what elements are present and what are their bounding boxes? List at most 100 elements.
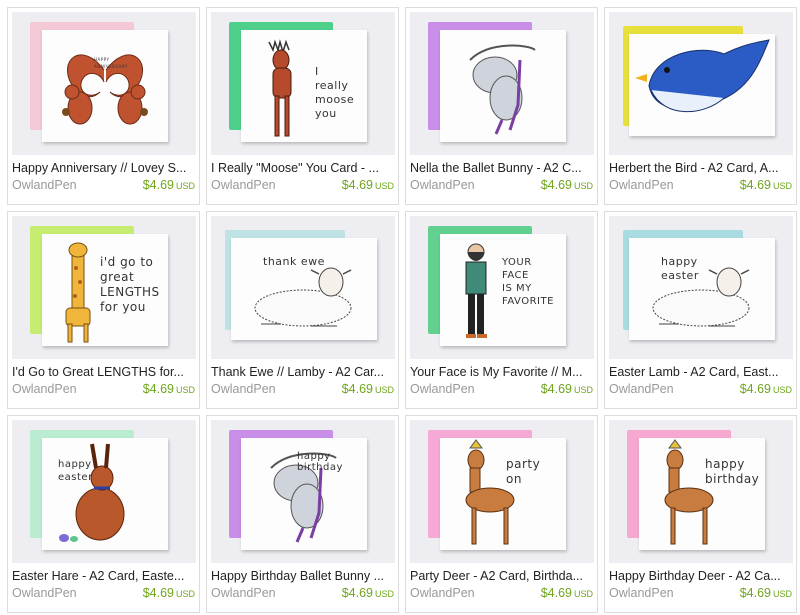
- listing-card[interactable]: party on Party Deer - A2 Card, Birthda... O…: [405, 415, 598, 613]
- listing-meta: OwlandPen $4.69 USD: [410, 382, 593, 398]
- shop-name-link[interactable]: OwlandPen: [609, 382, 674, 397]
- ballet-bunny-illustration: happy birthday: [241, 438, 367, 550]
- price-amount: $4.69: [142, 382, 174, 396]
- card-handwriting: great: [100, 270, 135, 284]
- shop-name-link[interactable]: OwlandPen: [410, 178, 475, 193]
- listing-card[interactable]: happy easter Easter Hare - A2 Card, Easte.…: [7, 415, 200, 613]
- listing-title[interactable]: I'd Go to Great LENGTHS for...: [12, 365, 195, 380]
- price-currency: USD: [175, 181, 195, 191]
- card-handwriting: on: [506, 472, 522, 486]
- card-handwriting: ANNIVERSARY: [94, 64, 128, 69]
- listing-meta: OwlandPen $4.69 USD: [211, 178, 394, 194]
- shop-name-link[interactable]: OwlandPen: [410, 382, 475, 397]
- party-deer-illustration: party on: [440, 438, 566, 550]
- listing-price: $4.69 USD: [342, 178, 394, 194]
- card-handwriting: really: [315, 79, 349, 92]
- listing-card[interactable]: thank ewe Thank Ewe // Lamby - A2 Car... O…: [206, 211, 399, 409]
- listing-title[interactable]: Nella the Ballet Bunny - A2 C...: [410, 161, 593, 176]
- price-amount: $4.69: [341, 382, 373, 396]
- listing-meta: OwlandPen $4.69 USD: [12, 586, 195, 602]
- price-amount: $4.69: [739, 382, 771, 396]
- card-handwriting: FAVORITE: [502, 296, 554, 307]
- listing-image[interactable]: YOUR FACE IS MY FAVORITE: [410, 216, 594, 359]
- price-amount: $4.69: [739, 178, 771, 192]
- listing-card[interactable]: YOUR FACE IS MY FAVORITE Your Face is My Fav…: [405, 211, 598, 409]
- card-handwriting: happy: [58, 459, 92, 470]
- listing-card[interactable]: Herbert the Bird - A2 Card, A... OwlandPe…: [604, 7, 797, 205]
- listing-price: $4.69 USD: [541, 178, 593, 194]
- card-handwriting: YOUR: [502, 257, 532, 268]
- listing-image[interactable]: thank ewe: [211, 216, 395, 359]
- card-handwriting: happy: [661, 255, 698, 268]
- card-handwriting: LENGTHS: [100, 285, 160, 299]
- listing-title[interactable]: Party Deer - A2 Card, Birthda...: [410, 569, 593, 584]
- listing-title[interactable]: Easter Lamb - A2 Card, East...: [609, 365, 792, 380]
- price-currency: USD: [573, 589, 593, 599]
- shop-name-link[interactable]: OwlandPen: [211, 178, 276, 193]
- listing-card[interactable]: i'd go to great LENGTHS for you I'd Go to Gr…: [7, 211, 200, 409]
- listing-title[interactable]: Happy Birthday Ballet Bunny ...: [211, 569, 394, 584]
- listing-title[interactable]: Herbert the Bird - A2 Card, A...: [609, 161, 792, 176]
- shop-name-link[interactable]: OwlandPen: [12, 178, 77, 193]
- price-amount: $4.69: [739, 586, 771, 600]
- shop-name-link[interactable]: OwlandPen: [211, 382, 276, 397]
- bearded-man-illustration: YOUR FACE IS MY FAVORITE: [440, 234, 566, 346]
- shop-name-link[interactable]: OwlandPen: [12, 586, 77, 601]
- price-currency: USD: [772, 589, 792, 599]
- price-currency: USD: [374, 385, 394, 395]
- listing-title[interactable]: Your Face is My Favorite // M...: [410, 365, 593, 380]
- listing-title[interactable]: Happy Birthday Deer - A2 Ca...: [609, 569, 792, 584]
- price-currency: USD: [175, 385, 195, 395]
- price-amount: $4.69: [540, 382, 572, 396]
- price-amount: $4.69: [540, 586, 572, 600]
- price-amount: $4.69: [142, 586, 174, 600]
- listing-image[interactable]: [609, 12, 793, 155]
- listing-card[interactable]: HAPPY ANNIVERSARY Happy Anniversary // Lov…: [7, 7, 200, 205]
- listing-image[interactable]: HAPPY ANNIVERSARY: [12, 12, 196, 155]
- listing-meta: OwlandPen $4.69 USD: [211, 382, 394, 398]
- listing-card[interactable]: Ireally moose you I Really "Moose" You Card…: [206, 7, 399, 205]
- listing-card[interactable]: happy birthday Happy Birthday Deer - A2 Ca…: [604, 415, 797, 613]
- listing-meta: OwlandPen $4.69 USD: [410, 586, 593, 602]
- card-handwriting: easter: [661, 269, 699, 282]
- listing-grid: HAPPY ANNIVERSARY Happy Anniversary // Lov…: [7, 7, 797, 613]
- lamb-illustration: happy easter: [629, 238, 775, 340]
- listing-card[interactable]: Nella the Ballet Bunny - A2 C... OwlandPe…: [405, 7, 598, 205]
- shop-name-link[interactable]: OwlandPen: [12, 382, 77, 397]
- listing-card[interactable]: happy birthday Happy Birthday Ballet Bunn…: [206, 415, 399, 613]
- shop-name-link[interactable]: OwlandPen: [410, 586, 475, 601]
- party-deer-illustration: happy birthday: [639, 438, 765, 550]
- price-currency: USD: [573, 181, 593, 191]
- listing-meta: OwlandPen $4.69 USD: [211, 586, 394, 602]
- ballet-bunny-illustration: [440, 30, 566, 142]
- listing-image[interactable]: happy birthday: [609, 420, 793, 563]
- shop-name-link[interactable]: OwlandPen: [609, 586, 674, 601]
- price-amount: $4.69: [341, 586, 373, 600]
- card-handwriting: FACE: [502, 270, 529, 281]
- bluebird-illustration: [629, 34, 775, 136]
- card-handwriting: happy birthday: [297, 451, 343, 473]
- listing-price: $4.69 USD: [342, 382, 394, 398]
- price-amount: $4.69: [540, 178, 572, 192]
- listing-title[interactable]: Easter Hare - A2 Card, Easte...: [12, 569, 195, 584]
- listing-meta: OwlandPen $4.69 USD: [609, 178, 792, 194]
- listing-card[interactable]: happy easter Easter Lamb - A2 Card, East..…: [604, 211, 797, 409]
- listing-image[interactable]: [410, 12, 594, 155]
- listing-image[interactable]: happy easter: [609, 216, 793, 359]
- shop-name-link[interactable]: OwlandPen: [609, 178, 674, 193]
- listing-title[interactable]: Thank Ewe // Lamby - A2 Car...: [211, 365, 394, 380]
- listing-title[interactable]: I Really "Moose" You Card - ...: [211, 161, 394, 176]
- card-handwriting: party: [506, 457, 541, 471]
- listing-image[interactable]: i'd go to great LENGTHS for you: [12, 216, 196, 359]
- listing-image[interactable]: happy easter: [12, 420, 196, 563]
- giraffe-illustration: i'd go to great LENGTHS for you: [42, 234, 168, 346]
- listing-price: $4.69 USD: [143, 382, 195, 398]
- listing-image[interactable]: happy birthday: [211, 420, 395, 563]
- shop-name-link[interactable]: OwlandPen: [211, 586, 276, 601]
- listing-image[interactable]: party on: [410, 420, 594, 563]
- card-handwriting: i'd go to: [100, 255, 154, 269]
- moose-illustration: Ireally moose you: [241, 30, 367, 142]
- listing-image[interactable]: Ireally moose you: [211, 12, 395, 155]
- card-handwriting: IS MY: [502, 283, 532, 294]
- listing-title[interactable]: Happy Anniversary // Lovey S...: [12, 161, 195, 176]
